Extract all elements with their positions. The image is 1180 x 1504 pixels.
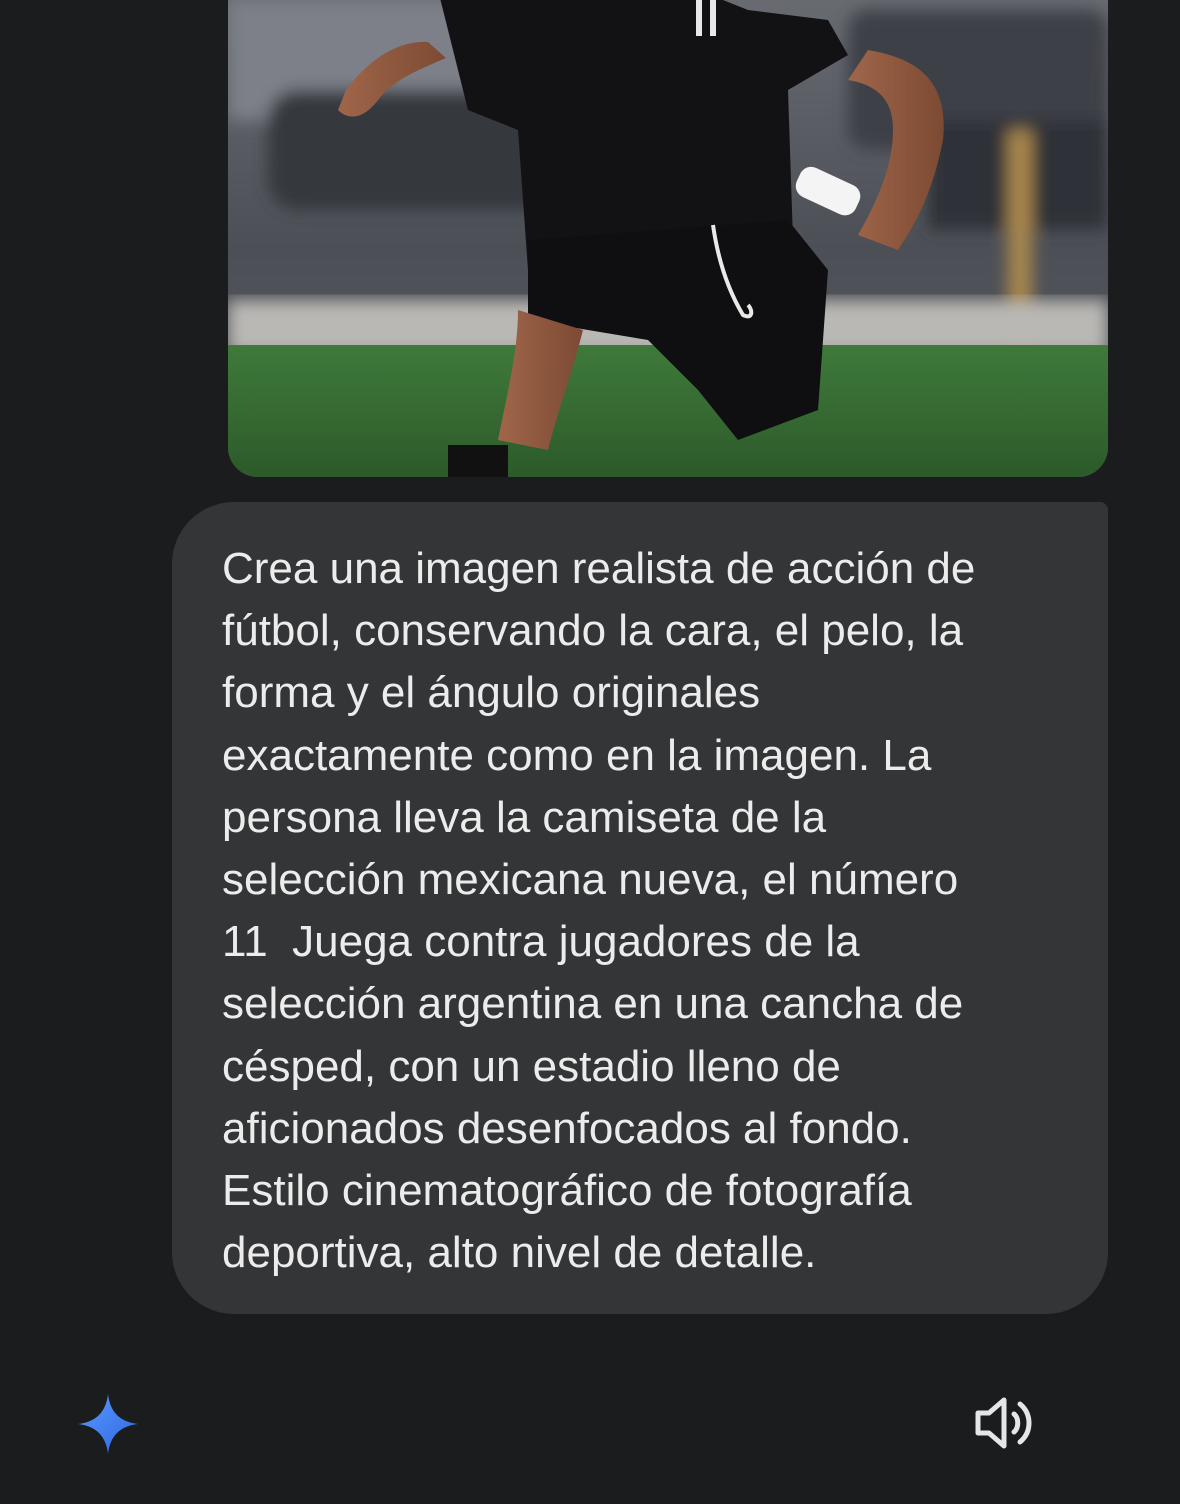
soccer-player-photo <box>228 0 1108 477</box>
attached-image[interactable] <box>228 0 1108 477</box>
speaker-icon[interactable] <box>974 1396 1036 1450</box>
prompt-text: Crea una imagen realista de acción de fú… <box>222 544 976 1278</box>
user-prompt-bubble: Crea una imagen realista de acción de fú… <box>172 502 1108 1314</box>
gemini-sparkle-icon <box>76 1392 140 1456</box>
